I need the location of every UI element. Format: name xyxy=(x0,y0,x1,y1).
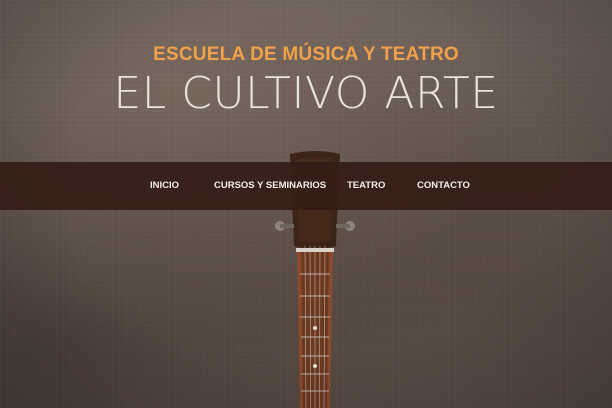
nav-item-teatro[interactable]: TEATRO xyxy=(347,162,385,210)
site-title: EL CULTIVO ARTE xyxy=(113,68,499,119)
hero-background: ESCUELA DE MÚSICA Y TEATRO EL CULTIVO AR… xyxy=(0,0,612,408)
nav-item-contacto[interactable]: CONTACTO xyxy=(417,162,470,210)
main-navigation: INICIO CURSOS Y SEMINARIOS TEATRO CONTAC… xyxy=(0,162,612,210)
site-subtitle: ESCUELA DE MÚSICA Y TEATRO xyxy=(153,44,459,65)
nav-item-inicio[interactable]: INICIO xyxy=(150,162,179,210)
nav-item-cursos-y-seminarios[interactable]: CURSOS Y SEMINARIOS xyxy=(214,162,326,210)
